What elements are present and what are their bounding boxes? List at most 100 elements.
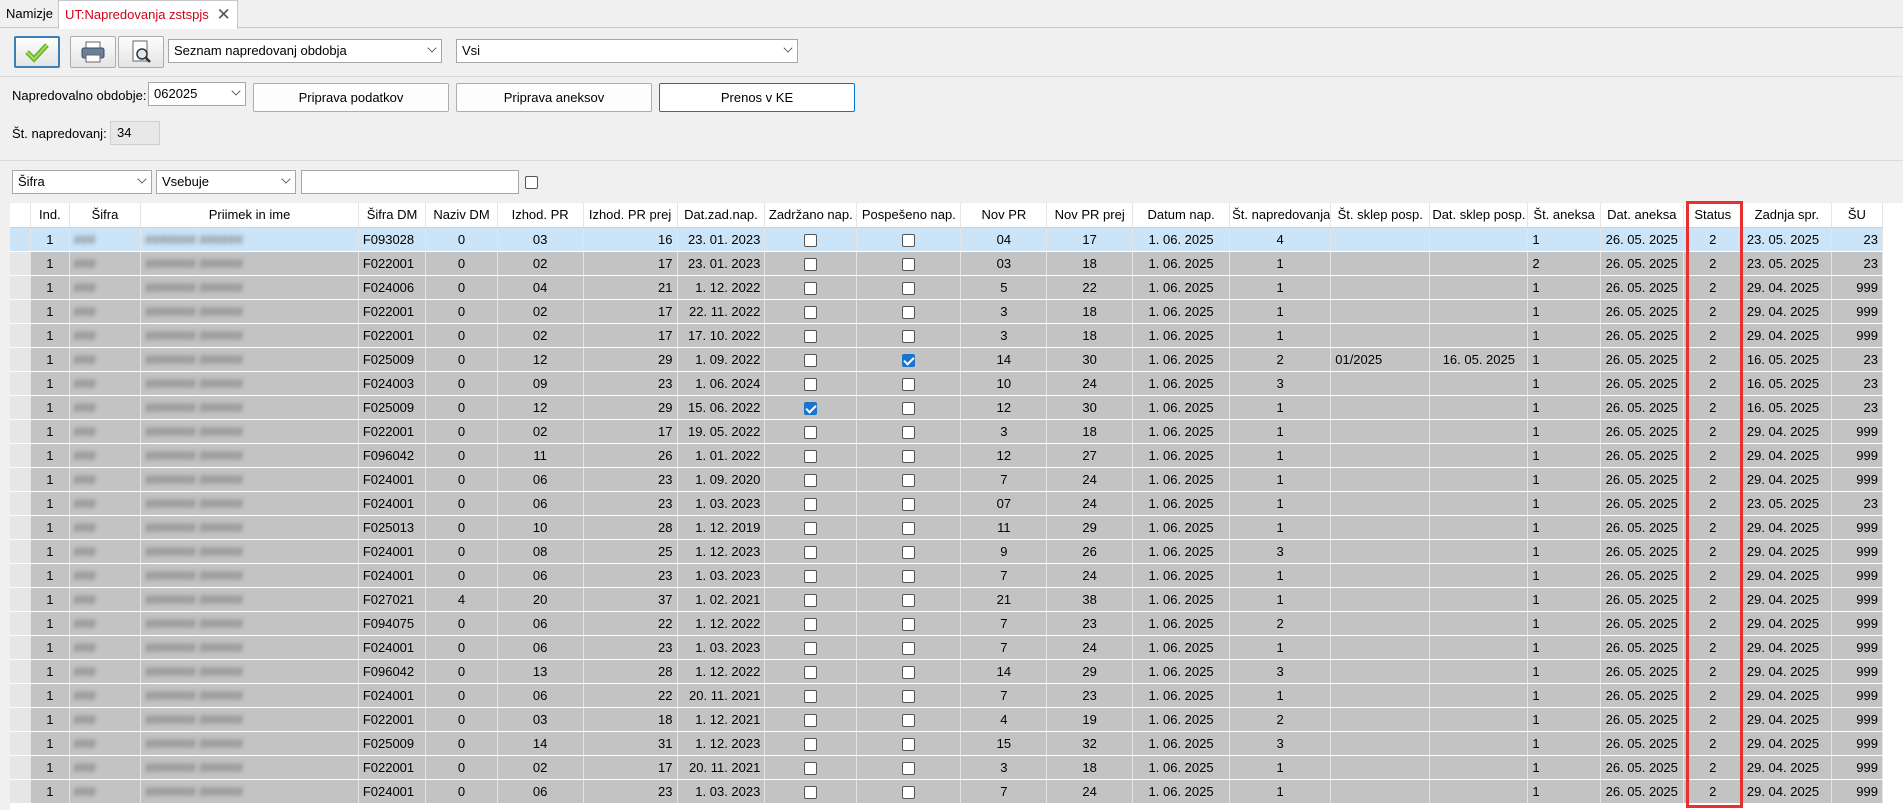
cell-priimek-in-ime[interactable]: ####### ###### <box>140 251 359 276</box>
cell-status[interactable]: 2 <box>1683 251 1743 276</box>
cell-zadnja-spr[interactable]: 29. 04. 2025 <box>1742 779 1832 804</box>
cell-status[interactable]: 2 <box>1683 611 1743 636</box>
column-header-priimek-in-ime[interactable]: Priimek in ime <box>140 203 359 228</box>
cell-ind[interactable]: 1 <box>30 299 70 324</box>
cell-zadnja-spr[interactable]: 29. 04. 2025 <box>1742 659 1832 684</box>
cell-sifra[interactable]: ### <box>69 683 142 708</box>
cell-sifra-dm[interactable]: F024001 <box>358 779 427 804</box>
cell-dat-aneksa[interactable]: 26. 05. 2025 <box>1600 563 1684 588</box>
cell-datum-nap[interactable]: 1. 06. 2025 <box>1132 707 1231 732</box>
cell-status[interactable]: 2 <box>1683 395 1743 420</box>
cell-su[interactable]: 999 <box>1831 587 1884 612</box>
cell-status[interactable]: 2 <box>1683 779 1743 804</box>
cell-st-aneksa[interactable]: 1 <box>1527 539 1601 564</box>
cell-row-indicator[interactable] <box>10 491 31 516</box>
preview-button[interactable] <box>118 36 164 68</box>
cell-priimek-in-ime[interactable]: ####### ###### <box>140 275 359 300</box>
cell-dat-zad-nap[interactable]: 1. 12. 2023 <box>677 731 766 756</box>
cell-sifra-dm[interactable]: F024001 <box>358 683 427 708</box>
cell-dat-zad-nap[interactable]: 17. 10. 2022 <box>677 323 766 348</box>
cell-sifra[interactable]: ### <box>69 515 142 540</box>
cell-priimek-in-ime[interactable]: ####### ###### <box>140 323 359 348</box>
cell-ind[interactable]: 1 <box>30 659 70 684</box>
cell-st-sklep-posp[interactable] <box>1330 659 1431 684</box>
cell-pospeseno-nap[interactable] <box>856 419 962 444</box>
zadrzano-checkbox[interactable] <box>804 737 818 751</box>
cell-dat-sklep-posp[interactable]: 16. 05. 2025 <box>1429 347 1529 372</box>
cell-ind[interactable]: 1 <box>30 443 70 468</box>
pospeseno-checkbox[interactable] <box>902 497 916 511</box>
cell-nov-pr-prej[interactable]: 24 <box>1046 467 1134 492</box>
cell-ind[interactable]: 1 <box>30 275 70 300</box>
cell-izhod-pr-prej[interactable]: 25 <box>583 539 678 564</box>
cell-su[interactable]: 999 <box>1831 611 1884 636</box>
cell-zadnja-spr[interactable]: 23. 05. 2025 <box>1742 227 1832 252</box>
cell-ind[interactable]: 1 <box>30 347 70 372</box>
zadrzano-checkbox[interactable] <box>804 449 818 463</box>
cell-st-sklep-posp[interactable] <box>1330 467 1431 492</box>
cell-status[interactable]: 2 <box>1683 683 1743 708</box>
cell-zadnja-spr[interactable]: 29. 04. 2025 <box>1742 755 1832 780</box>
cell-naziv-dm[interactable]: 0 <box>425 659 498 684</box>
cell-ind[interactable]: 1 <box>30 731 70 756</box>
cell-st-napredovanja[interactable]: 3 <box>1229 539 1332 564</box>
cell-naziv-dm[interactable]: 0 <box>425 755 498 780</box>
cell-dat-zad-nap[interactable]: 1. 03. 2023 <box>677 491 766 516</box>
table-row[interactable]: 1 ### ####### ###### F022001 0 02 17 17. 10. 20… <box>10 323 1884 348</box>
tab-namizje[interactable]: Namizje <box>0 0 59 28</box>
cell-naziv-dm[interactable]: 0 <box>425 611 498 636</box>
cell-row-indicator[interactable] <box>10 323 31 348</box>
pospeseno-checkbox[interactable] <box>902 473 916 487</box>
cell-dat-sklep-posp[interactable] <box>1429 515 1529 540</box>
cell-pospeseno-nap[interactable] <box>856 467 962 492</box>
cell-datum-nap[interactable]: 1. 06. 2025 <box>1132 443 1231 468</box>
cell-su[interactable]: 999 <box>1831 755 1884 780</box>
cell-izhod-pr[interactable]: 12 <box>497 395 584 420</box>
cell-naziv-dm[interactable]: 0 <box>425 419 498 444</box>
cell-st-sklep-posp[interactable] <box>1330 755 1431 780</box>
cell-pospeseno-nap[interactable] <box>856 611 962 636</box>
cell-dat-sklep-posp[interactable] <box>1429 323 1529 348</box>
cell-dat-sklep-posp[interactable] <box>1429 755 1529 780</box>
cell-dat-zad-nap[interactable]: 1. 03. 2023 <box>677 563 766 588</box>
cell-ind[interactable]: 1 <box>30 251 70 276</box>
cell-naziv-dm[interactable]: 0 <box>425 275 498 300</box>
pospeseno-checkbox[interactable] <box>902 569 916 583</box>
cell-dat-sklep-posp[interactable] <box>1429 731 1529 756</box>
cell-pospeseno-nap[interactable] <box>856 491 962 516</box>
cell-su[interactable]: 999 <box>1831 659 1884 684</box>
cell-priimek-in-ime[interactable]: ####### ###### <box>140 731 359 756</box>
cell-zadnja-spr[interactable]: 29. 04. 2025 <box>1742 275 1832 300</box>
cell-izhod-pr-prej[interactable]: 23 <box>583 371 678 396</box>
cell-priimek-in-ime[interactable]: ####### ###### <box>140 659 359 684</box>
cell-st-napredovanja[interactable]: 2 <box>1229 347 1332 372</box>
cell-datum-nap[interactable]: 1. 06. 2025 <box>1132 299 1231 324</box>
table-row[interactable]: 1 ### ####### ###### F093028 0 03 16 23. 01. 20… <box>10 227 1884 252</box>
cell-zadnja-spr[interactable]: 29. 04. 2025 <box>1742 707 1832 732</box>
cell-zadrzano-nap[interactable] <box>764 299 858 324</box>
cell-dat-aneksa[interactable]: 26. 05. 2025 <box>1600 299 1684 324</box>
pospeseno-checkbox[interactable] <box>902 377 916 391</box>
cell-status[interactable]: 2 <box>1683 347 1743 372</box>
cell-izhod-pr[interactable]: 08 <box>497 539 584 564</box>
cell-sifra[interactable]: ### <box>69 323 142 348</box>
cell-su[interactable]: 999 <box>1831 419 1884 444</box>
cell-nov-pr-prej[interactable]: 24 <box>1046 491 1134 516</box>
zadrzano-checkbox[interactable] <box>804 593 818 607</box>
cell-st-aneksa[interactable]: 1 <box>1527 323 1601 348</box>
cell-dat-aneksa[interactable]: 26. 05. 2025 <box>1600 683 1684 708</box>
cell-priimek-in-ime[interactable]: ####### ###### <box>140 587 359 612</box>
pospeseno-checkbox[interactable] <box>902 401 916 415</box>
print-button[interactable] <box>70 36 116 68</box>
cell-pospeseno-nap[interactable] <box>856 731 962 756</box>
cell-zadrzano-nap[interactable] <box>764 563 858 588</box>
cell-dat-aneksa[interactable]: 26. 05. 2025 <box>1600 491 1684 516</box>
cell-nov-pr[interactable]: 11 <box>960 515 1048 540</box>
cell-dat-sklep-posp[interactable] <box>1429 563 1529 588</box>
cell-sifra-dm[interactable]: F027021 <box>358 587 427 612</box>
cell-izhod-pr-prej[interactable]: 17 <box>583 755 678 780</box>
zadrzano-checkbox[interactable] <box>804 665 818 679</box>
cell-pospeseno-nap[interactable] <box>856 515 962 540</box>
table-row[interactable]: 1 ### ####### ###### F024001 0 06 23 1. 03. 202… <box>10 563 1884 588</box>
cell-naziv-dm[interactable]: 4 <box>425 587 498 612</box>
